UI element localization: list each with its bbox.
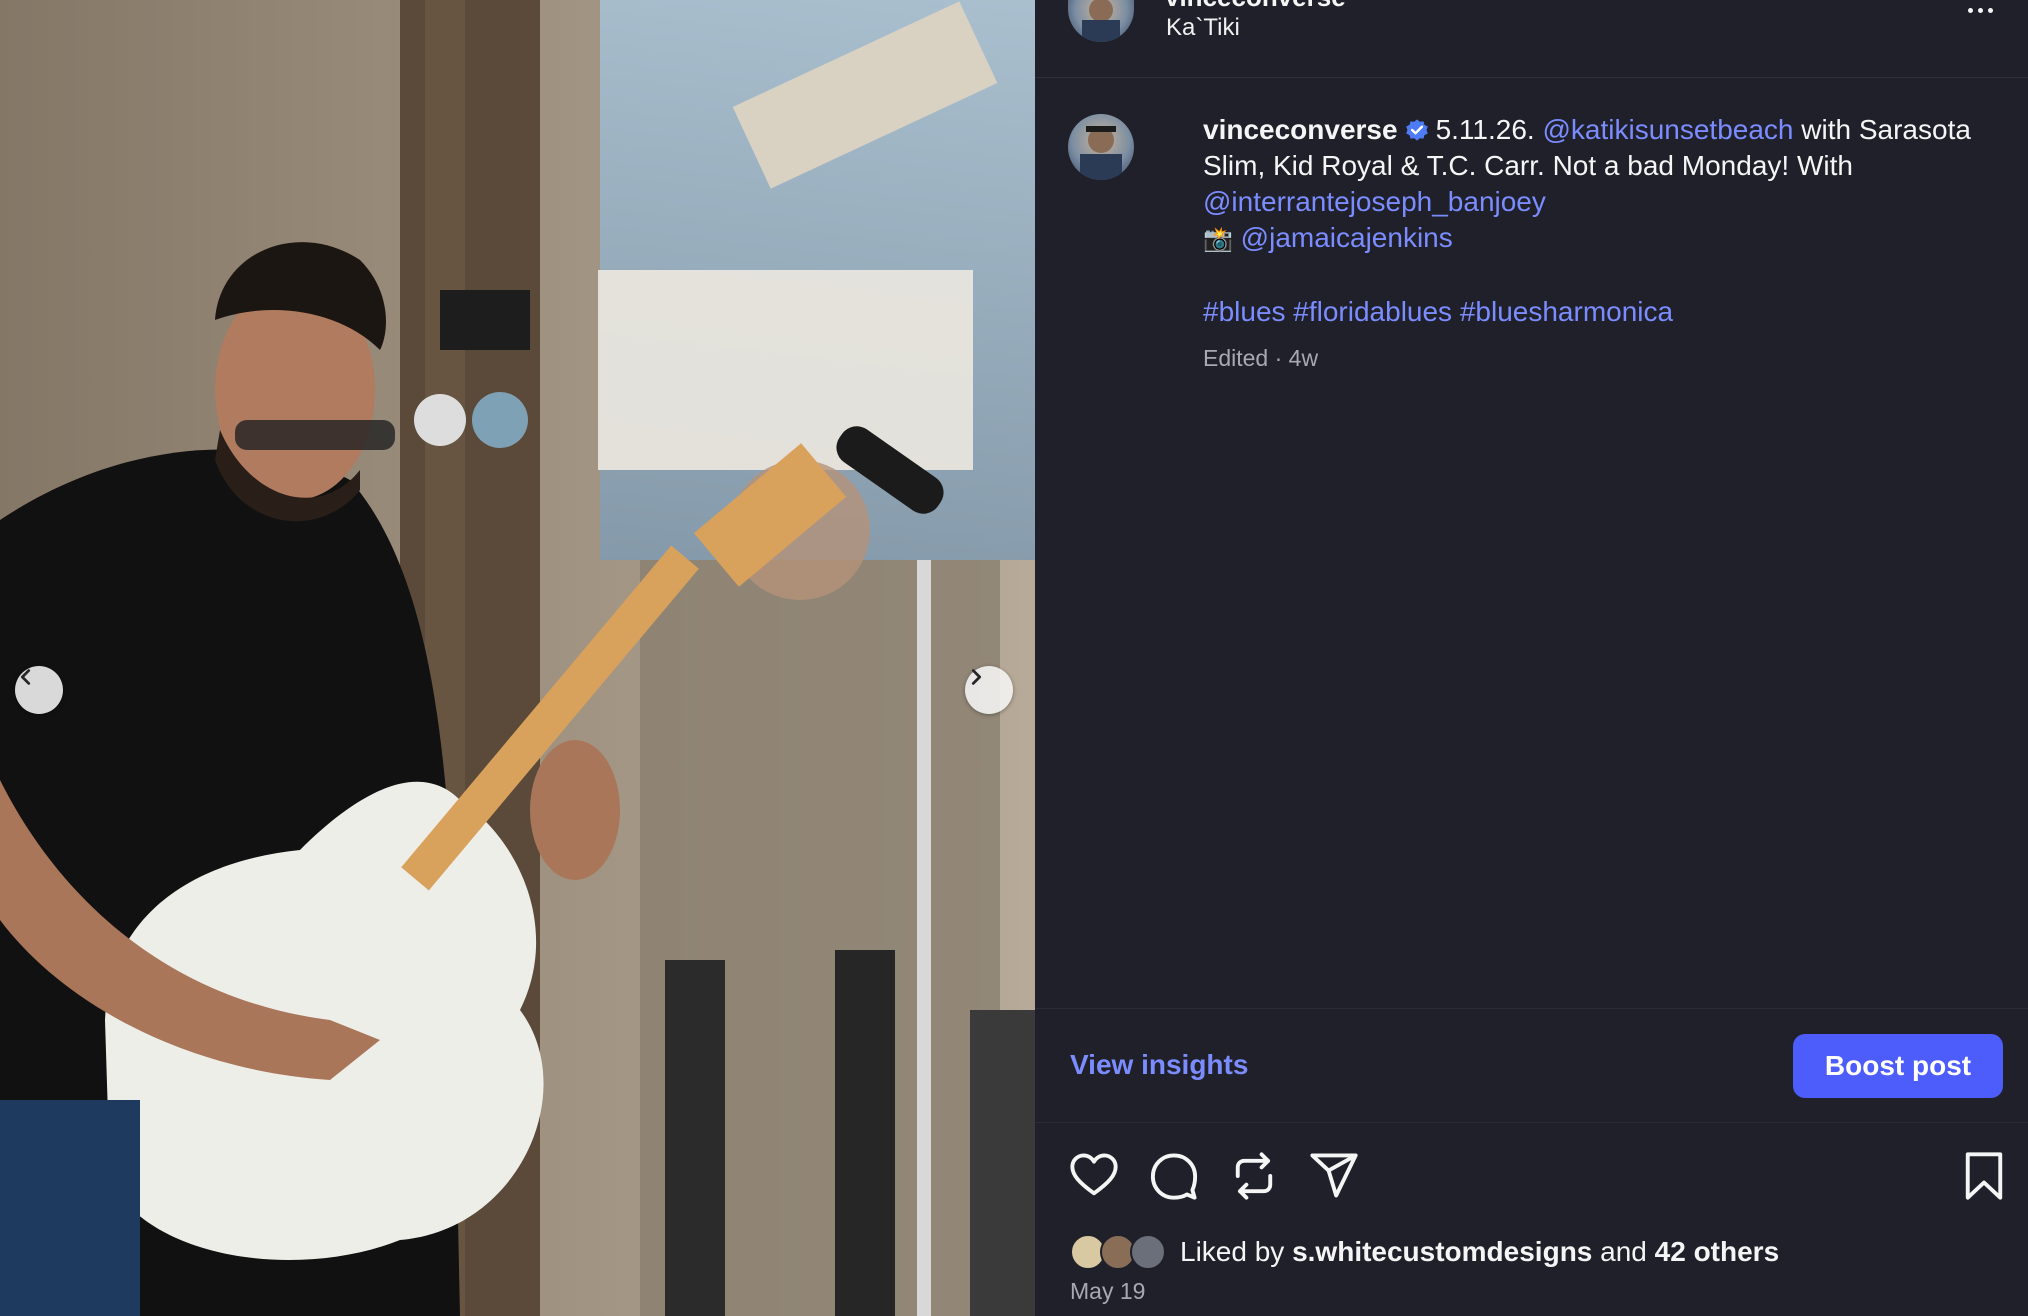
view-insights-link[interactable]: View insights — [1070, 1049, 1248, 1081]
post-actions — [1035, 1150, 2028, 1206]
next-photo-button[interactable] — [965, 666, 1013, 714]
chevron-right-icon — [971, 669, 982, 685]
mention-katikisunsetbeach[interactable]: @katikisunsetbeach — [1542, 114, 1793, 145]
insights-bar: View insights Boost post — [1035, 1008, 2028, 1123]
author-avatar[interactable] — [1068, 0, 1134, 42]
share-button[interactable] — [1308, 1150, 1360, 1202]
header-username[interactable]: vinceconverse — [1165, 0, 1346, 13]
repost-button[interactable] — [1228, 1150, 1280, 1202]
liker-avatars[interactable] — [1070, 1234, 1170, 1270]
post-photo — [0, 0, 1035, 1316]
more-dot — [1977, 7, 1983, 13]
heart-icon — [1070, 1153, 1118, 1196]
post-meta: Edited · 4w — [1203, 345, 1319, 371]
likes-summary: Liked by s.whitecustomdesigns and 42 oth… — [1070, 1234, 1779, 1270]
paper-plane-icon — [1310, 1153, 1358, 1198]
caption-avatar[interactable] — [1068, 114, 1134, 180]
liked-by-others[interactable]: 42 others — [1655, 1236, 1780, 1268]
liker-avatar — [1130, 1234, 1166, 1270]
post-date[interactable]: May 19 — [1070, 1278, 1145, 1305]
chevron-left-icon — [20, 669, 31, 685]
mention-interrantejoseph-banjoey[interactable]: @interrantejoseph_banjoey — [1203, 186, 1546, 217]
more-options-button[interactable] — [1960, 0, 2000, 20]
liked-by-and: and — [1600, 1236, 1647, 1267]
more-horizontal-icon — [1967, 7, 1973, 13]
post-location[interactable]: Ka`Tiki — [1166, 14, 1240, 42]
like-button[interactable] — [1068, 1150, 1120, 1202]
verified-badge-icon — [1405, 119, 1428, 141]
guitarist-photo — [0, 0, 1035, 1316]
post-caption: vinceconverse 5.11.26. @katikisunsetbeach… — [1203, 112, 2003, 376]
boost-post-button[interactable]: Boost post — [1793, 1034, 2003, 1098]
bookmark-icon — [1965, 1152, 2003, 1200]
liked-by-prefix: Liked by — [1180, 1236, 1285, 1267]
liked-by-user[interactable]: s.whitecustomdesigns — [1292, 1236, 1592, 1268]
caption-text: 5.11.26. — [1435, 114, 1543, 145]
comment-bubble-icon — [1150, 1153, 1198, 1200]
mention-jamaicajenkins[interactable]: @jamaicajenkins — [1241, 222, 1453, 253]
repost-icon — [1235, 1152, 1273, 1200]
camera-emoji: 📸 — [1203, 226, 1233, 253]
post-header: vinceconverse Ka`Tiki — [1035, 0, 2028, 78]
post-details-panel: vinceconverse Ka`Tiki vinceconverse 5.11.… — [1035, 0, 2028, 1316]
more-dot — [1987, 7, 1993, 13]
post-hashtags[interactable]: #blues #floridablues #bluesharmonica — [1203, 296, 1673, 327]
comment-button[interactable] — [1148, 1150, 1200, 1202]
previous-photo-button[interactable] — [15, 666, 63, 714]
caption-username[interactable]: vinceconverse — [1203, 114, 1398, 145]
save-button[interactable] — [1958, 1150, 2010, 1202]
